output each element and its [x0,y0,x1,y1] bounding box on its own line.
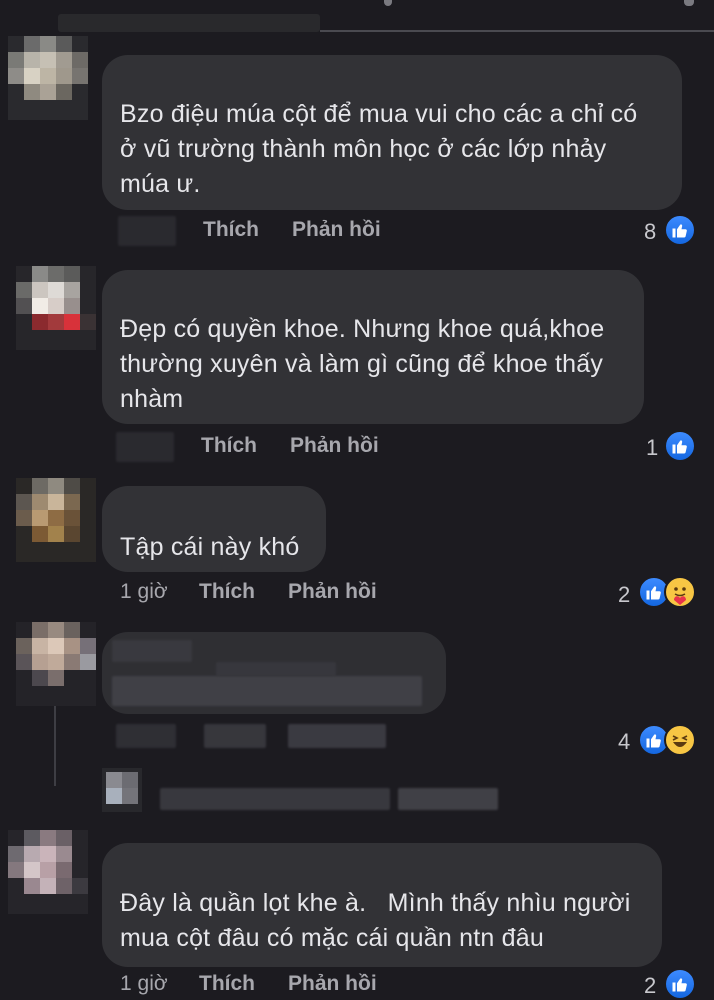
reaction-count[interactable]: 2 [618,582,630,608]
reply-link[interactable]: Phản hồi [290,434,379,458]
blurred-time [116,432,174,462]
haha-icon [664,724,696,756]
reply-link[interactable]: Phản hồi [288,972,377,996]
comment-text-line: nhàm [120,385,184,413]
reaction-count[interactable]: 8 [644,219,656,245]
reaction-count[interactable]: 1 [646,435,658,461]
avatar[interactable] [8,830,88,914]
comment-text-line: múa ư. [120,170,201,198]
comment-text-line: mua cột đâu có mặc cái quần ntn đâu [120,924,544,952]
blurred-actions [116,724,176,748]
comment-text-line: ở vũ trường thành môn học ở các lớp nhảy [120,135,607,163]
reply-link[interactable]: Phản hồi [292,218,381,242]
cut-off-glyph [684,0,694,6]
avatar[interactable] [16,622,96,706]
blurred-name [58,14,320,32]
like-link[interactable]: Thích [199,580,255,604]
like-icon [664,214,696,246]
cut-off-glyph [384,0,392,6]
blurred-text [112,676,422,706]
like-icon [664,430,696,462]
like-icon [664,968,696,1000]
like-link[interactable]: Thích [201,434,257,458]
reaction-count[interactable]: 2 [644,973,656,999]
reply-avatar[interactable] [102,768,142,812]
blurred-reply-text [160,788,390,810]
comment-text-line: thường xuyên và làm gì cũng để khoe thấy [120,350,604,378]
comment-text-line: Đẹp có quyền khoe. Nhưng khoe quá,khoe [120,315,605,343]
avatar[interactable] [8,36,88,120]
care-icon [664,576,696,608]
avatar[interactable] [16,478,96,562]
comment-text-line: Tập cái này khó [120,533,300,561]
reply-link[interactable]: Phản hồi [288,580,377,604]
thread-line [54,706,56,786]
timestamp[interactable]: 1 giờ [120,972,168,996]
reaction-count[interactable]: 4 [618,729,630,755]
timestamp[interactable]: 1 giờ [120,580,168,604]
like-link[interactable]: Thích [203,218,259,242]
blurred-time [118,216,176,246]
comment-text-line: Bzo điệu múa cột để mua vui cho các a ch… [120,100,638,128]
like-link[interactable]: Thích [199,972,255,996]
comment-text-line: Đây là quần lọt khe à. Mình thấy nhìu ng… [120,889,631,917]
avatar[interactable] [16,266,96,350]
divider [320,30,714,32]
